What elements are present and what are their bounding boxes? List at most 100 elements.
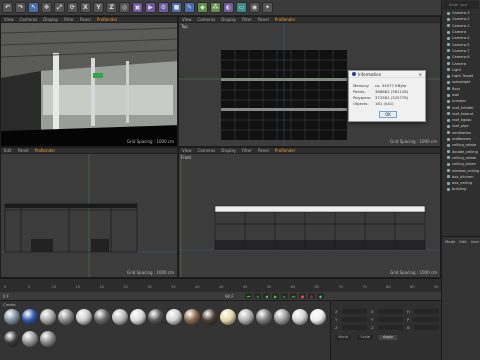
- material-menu[interactable]: Create: [0, 301, 330, 307]
- next-key-icon[interactable]: ▸: [281, 293, 288, 299]
- end-frame-field[interactable]: 90 F: [225, 294, 234, 299]
- close-icon[interactable]: ✕: [419, 72, 422, 77]
- prev-key-icon[interactable]: ◂: [254, 293, 261, 299]
- menu-prorender[interactable]: ProRender: [275, 17, 296, 22]
- goto-end-icon[interactable]: ⏭: [290, 293, 297, 299]
- keyframe-icon[interactable]: ◆: [317, 293, 324, 299]
- rotate-icon[interactable]: ⟳: [67, 2, 78, 13]
- position-x-field[interactable]: [341, 309, 367, 314]
- camera-icon[interactable]: ◉: [249, 2, 260, 13]
- viewport-front[interactable]: View Cameras Display Filter Panel ProRen…: [178, 147, 441, 278]
- menu-cameras[interactable]: Cameras: [198, 17, 216, 22]
- light-icon[interactable]: ✦: [262, 2, 273, 13]
- material-swatch[interactable]: [40, 309, 56, 325]
- material-swatch[interactable]: [184, 309, 200, 325]
- rotation-b-field[interactable]: [413, 325, 439, 330]
- ok-button[interactable]: OK: [379, 111, 397, 118]
- menu-edit[interactable]: Edit: [4, 148, 12, 153]
- material-swatch[interactable]: [256, 309, 272, 325]
- material-swatch[interactable]: [202, 309, 218, 325]
- menu-display[interactable]: Display: [43, 17, 58, 22]
- cube-icon[interactable]: ■: [171, 2, 182, 13]
- rotation-p-field[interactable]: [413, 317, 440, 322]
- select-icon[interactable]: ↖: [28, 2, 39, 13]
- floor-icon[interactable]: ▭: [236, 2, 247, 13]
- tab-user[interactable]: User: [471, 239, 480, 244]
- timeline[interactable]: 0 5 10 15 20 25 30 35 40 45 50 55 60 65 70 75 80 85 90: [0, 278, 441, 292]
- menu-filter[interactable]: Filter: [242, 17, 252, 22]
- material-swatch[interactable]: [148, 309, 164, 325]
- material-swatch[interactable]: [274, 309, 290, 325]
- menu-view[interactable]: View: [4, 17, 14, 22]
- size-x-field[interactable]: [377, 309, 403, 314]
- size-z-field[interactable]: [377, 325, 403, 330]
- coordinate-scale-select[interactable]: Scale: [357, 335, 373, 340]
- autokey-icon[interactable]: ◎: [308, 293, 315, 299]
- menu-view[interactable]: View: [182, 148, 192, 153]
- world-icon[interactable]: ◎: [119, 2, 130, 13]
- menu-cameras[interactable]: Cameras: [198, 148, 216, 153]
- y-axis-button[interactable]: Y: [93, 2, 104, 13]
- deformer-icon[interactable]: ◐: [223, 2, 234, 13]
- render-view-icon[interactable]: ▣: [132, 2, 143, 13]
- material-swatch[interactable]: [40, 331, 56, 347]
- move-icon[interactable]: ✥: [41, 2, 52, 13]
- material-swatch[interactable]: [220, 309, 236, 325]
- material-swatch[interactable]: [238, 309, 254, 325]
- viewport-perspective[interactable]: View Cameras Display Filter Panel ProRen…: [0, 16, 178, 147]
- material-swatch[interactable]: [22, 331, 38, 347]
- array-icon[interactable]: ⁂: [210, 2, 221, 13]
- timeline-ruler[interactable]: 0 5 10 15 20 25 30 35 40 45 50 55 60 65 70 75 80 85 90: [4, 281, 438, 291]
- menu-prorender[interactable]: ProRender: [35, 148, 56, 153]
- material-swatch[interactable]: [4, 331, 20, 347]
- menu-panel[interactable]: Panel: [80, 17, 91, 22]
- rotation-h-field[interactable]: [413, 309, 440, 314]
- goto-start-icon[interactable]: ⏮: [245, 293, 252, 299]
- menu-panel[interactable]: Panel: [18, 148, 29, 153]
- z-axis-button[interactable]: Z: [106, 2, 117, 13]
- menu-prorender[interactable]: ProRender: [97, 17, 118, 22]
- material-swatch[interactable]: [22, 309, 38, 325]
- menu-panel[interactable]: Panel: [258, 148, 269, 153]
- object-search-input[interactable]: Enter your: [443, 1, 479, 9]
- subdivide-icon[interactable]: ◆: [197, 2, 208, 13]
- render-icon[interactable]: ▶: [145, 2, 156, 13]
- pen-icon[interactable]: ✎: [184, 2, 195, 13]
- x-axis-button[interactable]: X: [80, 2, 91, 13]
- material-swatch[interactable]: [76, 309, 92, 325]
- position-y-field[interactable]: [341, 317, 368, 322]
- scale-icon[interactable]: ⤢: [54, 2, 65, 13]
- object-type-icon: [447, 30, 450, 34]
- coordinate-mode-select[interactable]: World: [335, 335, 352, 340]
- menu-display[interactable]: Display: [221, 148, 236, 153]
- play-reverse-icon[interactable]: ◀: [263, 293, 270, 299]
- tab-edit[interactable]: Edit: [459, 239, 466, 244]
- undo-icon[interactable]: ↶: [2, 2, 13, 13]
- object-list-item[interactable]: building: [442, 186, 480, 192]
- material-swatch[interactable]: [4, 309, 20, 325]
- menu-display[interactable]: Display: [221, 17, 236, 22]
- material-swatch[interactable]: [112, 309, 128, 325]
- menu-prorender[interactable]: ProRender: [275, 148, 296, 153]
- apply-button[interactable]: Apply: [378, 335, 398, 340]
- start-frame-field[interactable]: 0 F: [3, 294, 9, 299]
- render-settings-icon[interactable]: ⚙: [158, 2, 169, 13]
- menu-filter[interactable]: Filter: [64, 17, 74, 22]
- viewport-right[interactable]: Edit Panel ProRender Grid Spacing : 1000…: [0, 147, 178, 278]
- material-swatch[interactable]: [166, 309, 182, 325]
- menu-cameras[interactable]: Cameras: [20, 17, 38, 22]
- record-icon[interactable]: ●: [299, 293, 306, 299]
- menu-view[interactable]: View: [182, 17, 192, 22]
- redo-icon[interactable]: ↷: [15, 2, 26, 13]
- position-z-field[interactable]: [341, 325, 367, 330]
- play-icon[interactable]: ▶: [272, 293, 279, 299]
- material-swatch[interactable]: [310, 309, 326, 325]
- menu-panel[interactable]: Panel: [258, 17, 269, 22]
- material-swatch[interactable]: [292, 309, 308, 325]
- material-swatch[interactable]: [94, 309, 110, 325]
- menu-filter[interactable]: Filter: [242, 148, 252, 153]
- size-y-field[interactable]: [377, 317, 404, 322]
- material-swatch[interactable]: [58, 309, 74, 325]
- tab-mode[interactable]: Mode: [445, 239, 455, 244]
- material-swatch[interactable]: [130, 309, 146, 325]
